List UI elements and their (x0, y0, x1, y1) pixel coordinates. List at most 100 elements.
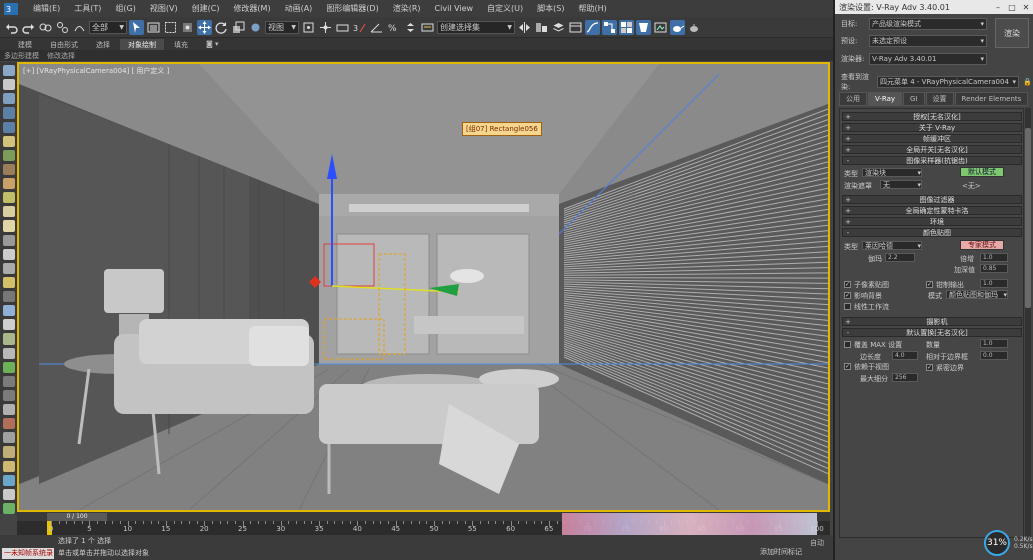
tab-render-elements[interactable]: Render Elements (954, 92, 1029, 106)
clip-icon[interactable] (2, 389, 15, 401)
rollout-about-vray[interactable]: + 关于 V-Ray (842, 123, 1022, 132)
multiplier-spinner[interactable]: 0.85 (980, 264, 1008, 273)
rollout-camera[interactable]: + 摄影机 (842, 317, 1022, 326)
rollout-image-sampler[interactable]: - 图像采样器(抗锯齿) (842, 156, 1022, 165)
modify-selection-label[interactable]: 修改选择 (47, 51, 75, 61)
pivot-center-button[interactable] (301, 20, 316, 35)
menu-civil-view[interactable]: Civil View (428, 4, 481, 13)
tree-icon[interactable] (2, 361, 15, 373)
rollout-frame-buffer[interactable]: + 帧缓冲区 (842, 134, 1022, 143)
render-setup-button[interactable] (636, 19, 651, 35)
render-button[interactable]: 渲染 (995, 18, 1029, 48)
selection-filter-combo[interactable]: 全部 ▼ (89, 20, 127, 34)
snaps-toggle-button[interactable]: 3 (352, 20, 367, 35)
auto-key-button[interactable]: 自动 (810, 538, 824, 548)
tight-bounds-checkbox[interactable]: ✓ (926, 364, 933, 371)
pyramid-icon[interactable] (2, 319, 15, 331)
ribbon-tab-populate[interactable]: 填充 (166, 39, 196, 50)
cube-blue-icon[interactable] (2, 474, 15, 486)
menu-graph-editors[interactable]: 图形编辑器(D) (319, 3, 385, 14)
menu-group[interactable]: 组(G) (108, 3, 142, 14)
max-subdivs-spinner[interactable]: 256 (892, 373, 918, 382)
tab-vray[interactable]: V-Ray (868, 92, 903, 106)
viewport-label[interactable]: [+] [VRayPhysicalCamera004] [ 用户定义 ] (23, 66, 169, 76)
undo-button[interactable] (4, 20, 19, 35)
cushion-icon[interactable] (2, 206, 15, 218)
window-crossing-button[interactable] (180, 20, 195, 35)
relative-bbox-spinner[interactable]: 0.0 (980, 351, 1008, 360)
camera-viewport[interactable]: [+] [VRayPhysicalCamera004] [ 用户定义 ] [组0… (17, 62, 830, 512)
shrub-icon[interactable] (2, 333, 15, 345)
view-dependent-checkbox[interactable]: ✓ (844, 363, 851, 370)
named-selection-combo[interactable]: 创建选择集 ▼ (437, 20, 515, 34)
sign-icon[interactable] (2, 192, 15, 204)
grid-icon[interactable] (2, 107, 15, 119)
cone-icon[interactable] (2, 248, 15, 260)
spinner-snap-button[interactable] (403, 20, 418, 35)
angle-snap-button[interactable] (369, 20, 384, 35)
maximize-button[interactable]: □ (1005, 3, 1019, 12)
mirror-button[interactable] (517, 20, 532, 35)
add-time-tag[interactable]: 添加时间标记 (760, 547, 802, 557)
menu-create[interactable]: 创建(C) (185, 3, 227, 14)
redo-button[interactable] (21, 20, 36, 35)
rect-selection-button[interactable] (163, 20, 178, 35)
polygon-modeling-label[interactable]: 多边形建模 (4, 51, 39, 61)
rollout-global-switches[interactable]: + 全局开关[无名汉化] (842, 145, 1022, 154)
leaf-icon[interactable] (2, 502, 15, 514)
preset-combo[interactable]: 未选定预设 ▾ (869, 35, 987, 47)
scrollbar-thumb[interactable] (1025, 128, 1031, 308)
teapot-small-icon[interactable] (2, 65, 15, 77)
gamma-spinner[interactable]: 2.2 (885, 253, 915, 262)
cylinder-icon[interactable] (2, 488, 15, 500)
renderer-combo[interactable]: V-Ray Adv 3.40.01 ▾ (869, 53, 987, 65)
move-button[interactable] (197, 19, 212, 35)
ribbon-tab-selection[interactable]: 选择 (88, 39, 118, 50)
unlink-button[interactable] (55, 20, 70, 35)
linear-workflow-checkbox[interactable] (844, 303, 851, 310)
person-icon[interactable] (2, 432, 15, 444)
sphere-icon[interactable] (2, 79, 15, 91)
menu-tools[interactable]: 工具(T) (67, 3, 108, 14)
edit-named-selection-button[interactable] (420, 20, 435, 35)
place-button[interactable] (248, 20, 263, 35)
maxscript-listener[interactable]: 一未知帧系统录 (2, 548, 54, 559)
bench-icon[interactable] (2, 178, 15, 190)
chair-icon[interactable] (2, 347, 15, 359)
rollout-image-filter[interactable]: + 图像过滤器 (842, 195, 1022, 204)
curve-editor-button[interactable] (585, 19, 600, 35)
toggle-ribbon-button[interactable] (568, 20, 583, 35)
sampler-type-combo[interactable]: 渲染块 ▾ (862, 168, 922, 177)
coin-icon[interactable] (2, 276, 15, 288)
link-button[interactable] (38, 20, 53, 35)
dome-icon[interactable] (2, 262, 15, 274)
schematic-view-button[interactable] (602, 19, 617, 35)
rollout-scrollbar[interactable] (1025, 108, 1031, 538)
render-iterative-button[interactable] (687, 20, 702, 35)
menu-view[interactable]: 视图(V) (143, 3, 185, 14)
layer-explorer-button[interactable] (551, 20, 566, 35)
clip-icon[interactable] (2, 375, 15, 387)
override-max-checkbox[interactable] (844, 341, 851, 348)
ribbon-tab-modeling[interactable]: 建模 (10, 39, 40, 50)
menu-edit[interactable]: 编辑(E) (26, 3, 67, 14)
rollout-environment[interactable]: + 环境 (842, 217, 1022, 226)
ribbon-options-button[interactable]: ◙ ▾ (198, 39, 227, 50)
burn-spinner[interactable]: 1.0 (980, 253, 1008, 262)
amount-spinner[interactable]: 1.0 (980, 339, 1008, 348)
bind-spacewarp-button[interactable] (72, 20, 87, 35)
scale-button[interactable] (231, 20, 246, 35)
menu-help[interactable]: 帮助(H) (571, 3, 613, 14)
rotate-button[interactable] (214, 20, 229, 35)
rollout-authorization[interactable]: + 授权[无名汉化] (842, 112, 1022, 121)
rollout-color-mapping[interactable]: - 颜色贴图 (842, 228, 1022, 237)
grid-icon[interactable] (2, 121, 15, 133)
percent-snap-button[interactable]: % (386, 20, 401, 35)
sampler-mode-button[interactable]: 默认模式 (960, 167, 1004, 177)
clamp-spinner[interactable]: 1.0 (980, 279, 1008, 288)
bolt-icon[interactable] (2, 404, 15, 416)
tab-settings[interactable]: 设置 (925, 92, 954, 106)
clamp-checkbox[interactable]: ✓ (926, 281, 933, 288)
align-button[interactable] (534, 20, 549, 35)
stairs-icon[interactable] (2, 234, 15, 246)
